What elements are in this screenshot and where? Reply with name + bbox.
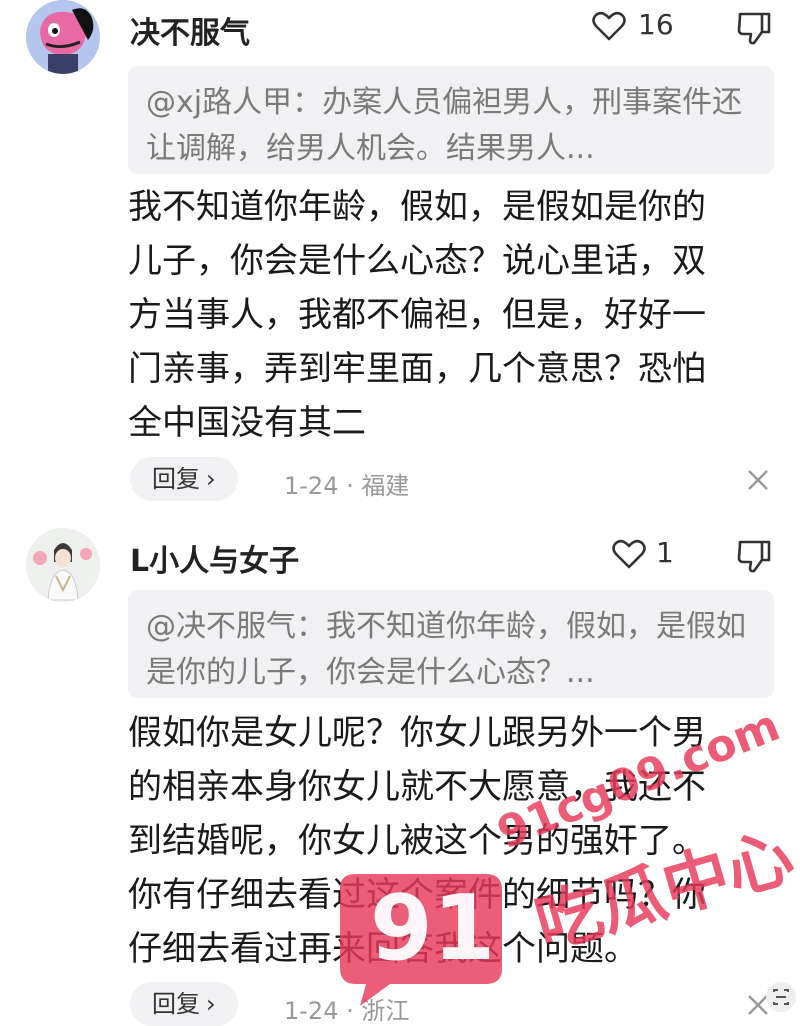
scan-icon[interactable] — [766, 982, 796, 1012]
reply-button[interactable]: 回复 › — [130, 457, 238, 501]
reply-label: 回复 — [152, 990, 200, 1018]
reply-button[interactable]: 回复 › — [130, 982, 238, 1026]
heart-icon[interactable] — [592, 10, 626, 42]
thumbs-down-icon[interactable] — [736, 538, 772, 574]
comment-meta: 1-24 · 福建 — [284, 472, 410, 500]
heart-icon[interactable] — [612, 538, 646, 570]
comment-body: 假如你是女儿呢？你女儿跟另外一个男 的相亲本身你女儿就不大愿意，我还不 到结婚呢… — [128, 706, 758, 976]
comment-line: 门亲事，弄到牢里面，几个意思？恐怕 — [128, 349, 706, 389]
quoted-reply[interactable]: @xj路人甲：办案人员偏袒男人，刑事案件还让调解，给男人机会。结果男人... — [128, 66, 774, 174]
username[interactable]: 决不服气 — [130, 8, 250, 52]
comment-line: 到结婚呢，你女儿被这个男的强奸了。 — [128, 821, 706, 861]
comment-line: 假如你是女儿呢？你女儿跟另外一个男 — [128, 713, 706, 753]
comment-line: 仔细去看过再来回答我这个问题。 — [128, 929, 638, 969]
comment-line: 你有仔细去看过这个案件的细节吗？你 — [128, 875, 706, 915]
comment-line: 方当事人，我都不偏袒，但是，好好一 — [128, 295, 706, 335]
like-count: 1 — [656, 536, 674, 569]
username[interactable]: L小人与女子 — [130, 536, 299, 580]
chevron-right-icon: › — [206, 990, 216, 1018]
comment-line: 全中国没有其二 — [128, 403, 366, 443]
like-count: 16 — [638, 8, 674, 41]
close-icon[interactable] — [746, 468, 770, 492]
avatar[interactable] — [26, 528, 100, 602]
comment-line: 的相亲本身你女儿就不大愿意，我还不 — [128, 767, 706, 807]
quoted-reply[interactable]: @决不服气：我不知道你年龄，假如，是假如是你的儿子，你会是什么心态？... — [128, 590, 774, 698]
comment-line: 我不知道你年龄，假如，是假如是你的 — [128, 187, 706, 227]
reply-label: 回复 — [152, 465, 200, 493]
thumbs-down-icon[interactable] — [736, 10, 772, 46]
comment-line: 儿子，你会是什么心态？说心里话，双 — [128, 241, 706, 281]
quoted-reply-text: @xj路人甲：办案人员偏袒男人，刑事案件还让调解，给男人机会。结果男人... — [146, 85, 743, 166]
avatar-image — [26, 528, 100, 602]
comment-meta: 1-24 · 浙江 — [284, 997, 410, 1025]
avatar[interactable] — [26, 0, 100, 74]
comment-body: 我不知道你年龄，假如，是假如是你的 儿子，你会是什么心态？说心里话，双 方当事人… — [128, 180, 758, 450]
quoted-reply-text: @决不服气：我不知道你年龄，假如，是假如是你的儿子，你会是什么心态？... — [146, 609, 746, 690]
avatar-image — [26, 0, 100, 74]
chevron-right-icon: › — [206, 465, 216, 493]
